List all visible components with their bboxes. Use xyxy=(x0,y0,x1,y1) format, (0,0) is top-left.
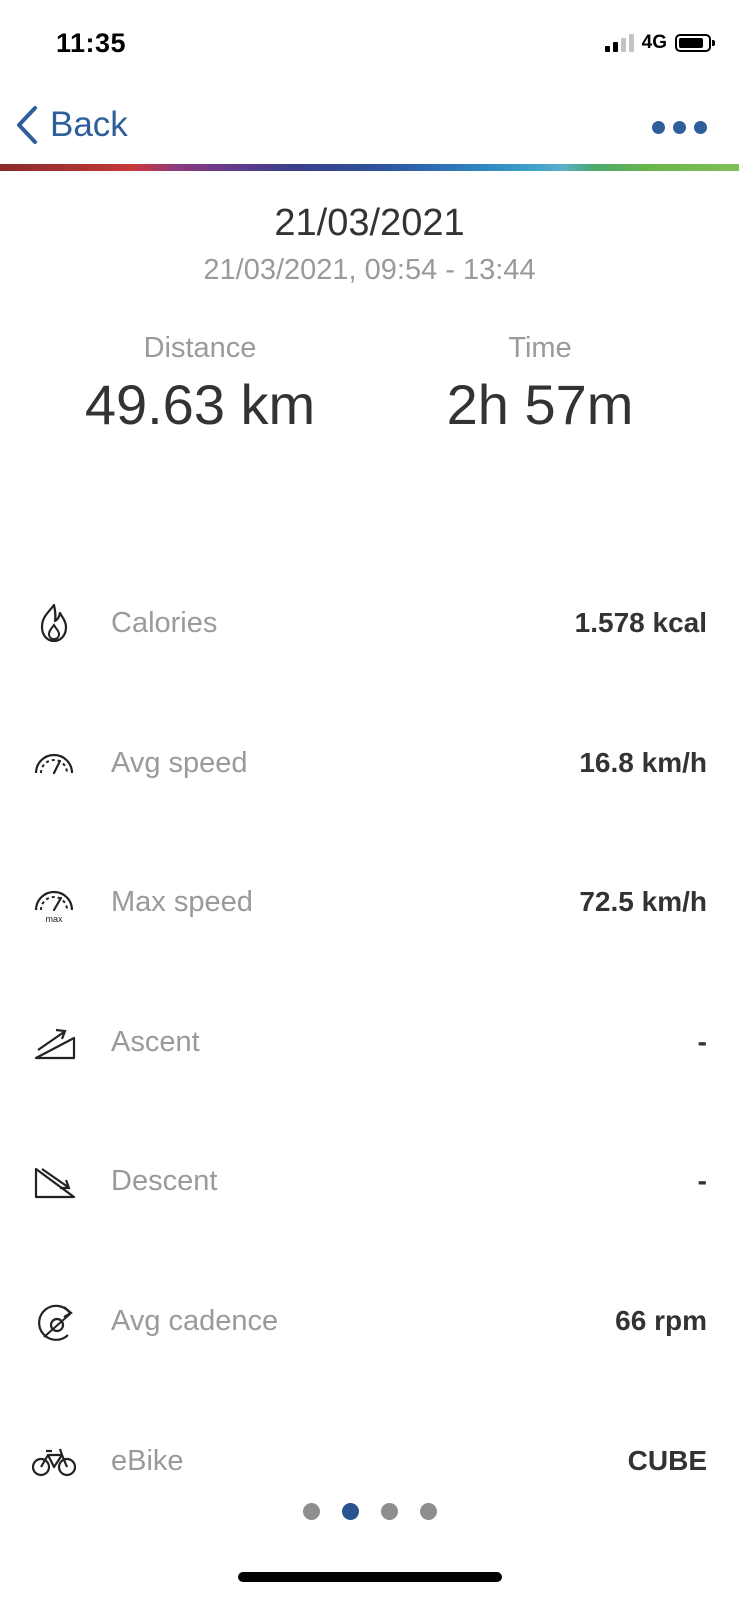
activity-time-range: 21/03/2021, 09:54 - 13:44 xyxy=(203,254,536,286)
time-value: 2h 57m xyxy=(446,373,634,436)
speedometer-icon xyxy=(34,753,74,775)
stat-row-descent: Descent - xyxy=(0,1151,739,1211)
stat-value: 72.5 km/h xyxy=(579,886,707,917)
stat-value: 16.8 km/h xyxy=(579,747,707,778)
stat-label: Avg cadence xyxy=(111,1305,279,1337)
bicycle-icon xyxy=(31,1448,77,1477)
network-type: 4G xyxy=(641,32,667,53)
svg-text:max: max xyxy=(45,914,63,924)
distance-label: Distance xyxy=(143,332,257,364)
page-dot[interactable] xyxy=(302,1503,320,1520)
stat-row-ascent: Ascent - xyxy=(0,1012,739,1072)
signal-strength-icon xyxy=(604,34,634,52)
status-indicators: 4G xyxy=(604,32,715,54)
stat-label: eBike xyxy=(111,1445,184,1477)
stat-label: Avg speed xyxy=(111,747,248,779)
chevron-left-icon xyxy=(17,106,37,144)
stat-label: Calories xyxy=(111,607,218,639)
navigation-bar: Back xyxy=(0,95,739,163)
stat-label: Descent xyxy=(111,1165,218,1197)
distance-value: 49.63 km xyxy=(84,373,316,436)
activity-summary-header: 21/03/2021 21/03/2021, 09:54 - 13:44 xyxy=(0,200,739,288)
stat-value: 66 rpm xyxy=(615,1305,707,1336)
stat-value: 1.578 kcal xyxy=(574,607,707,638)
stat-row-avg-cadence: Avg cadence 66 rpm xyxy=(0,1291,739,1351)
page-dot[interactable] xyxy=(380,1503,398,1520)
more-horizontal-icon xyxy=(652,121,665,134)
stat-row-ebike: eBike CUBE xyxy=(0,1431,739,1491)
page-dot-active[interactable] xyxy=(341,1503,359,1520)
back-label: Back xyxy=(50,105,128,144)
more-options-button[interactable] xyxy=(652,121,707,134)
brand-color-stripe xyxy=(0,164,739,171)
home-indicator[interactable] xyxy=(238,1572,502,1582)
page-indicator xyxy=(0,1503,739,1520)
stat-value: - xyxy=(697,1026,707,1057)
page-dot[interactable] xyxy=(419,1503,437,1520)
stat-value: CUBE xyxy=(627,1445,707,1476)
activity-date: 21/03/2021 xyxy=(274,202,465,244)
stat-row-avg-speed: Avg speed 16.8 km/h xyxy=(0,733,739,793)
speedometer-max-icon: max xyxy=(34,890,74,924)
status-time: 11:35 xyxy=(56,28,127,58)
distance-metric: Distance 49.63 km xyxy=(30,328,370,440)
stat-label: Max speed xyxy=(111,886,253,918)
ascent-icon xyxy=(34,1028,76,1060)
back-button[interactable]: Back xyxy=(16,105,128,145)
descent-icon xyxy=(34,1167,76,1199)
time-label: Time xyxy=(508,332,572,364)
cadence-icon xyxy=(38,1304,73,1341)
status-bar: 11:35 4G xyxy=(0,0,739,90)
time-metric: Time 2h 57m xyxy=(370,328,710,440)
flame-icon xyxy=(40,603,68,643)
stat-row-max-speed: max Max speed 72.5 km/h xyxy=(0,872,739,932)
stat-label: Ascent xyxy=(111,1026,200,1058)
stat-value: - xyxy=(697,1165,707,1196)
battery-icon xyxy=(675,34,715,52)
stat-row-calories: Calories 1.578 kcal xyxy=(0,593,739,653)
